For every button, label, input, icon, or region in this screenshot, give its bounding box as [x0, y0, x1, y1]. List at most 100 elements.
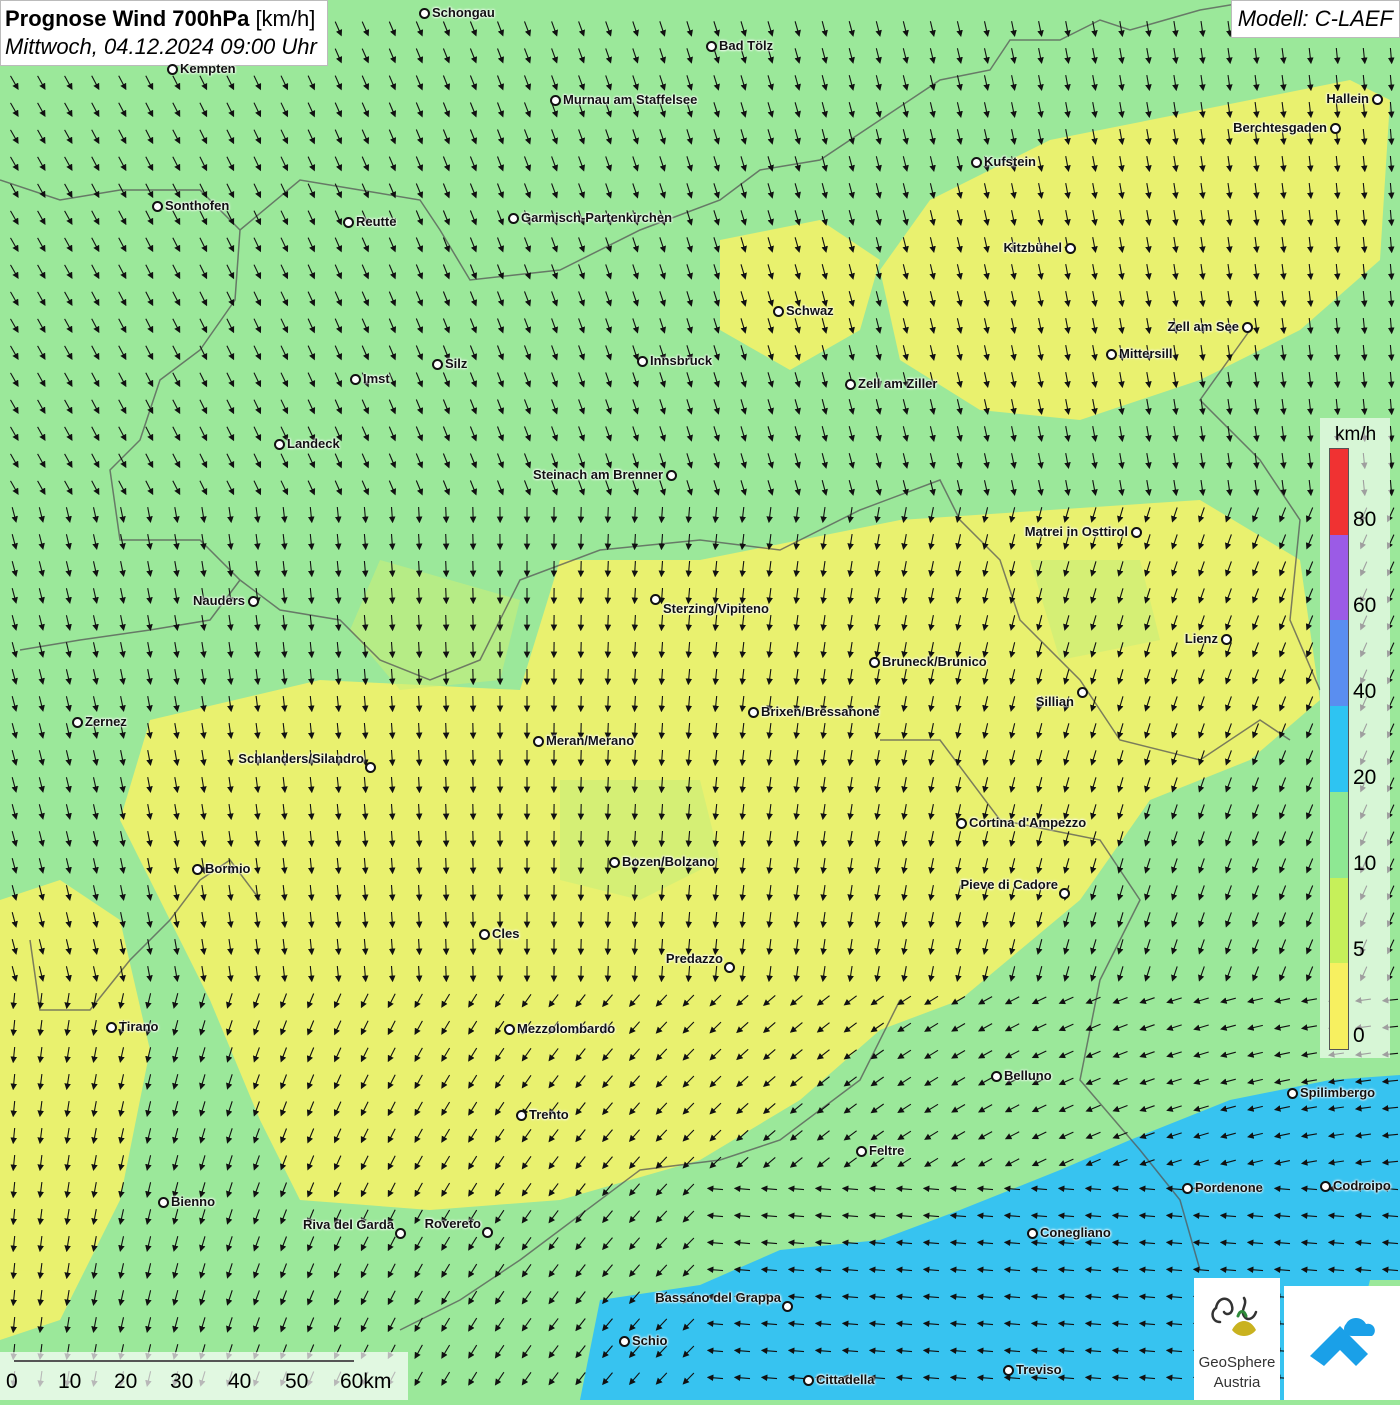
geosphere-logo: GeoSphere Austria	[1194, 1278, 1280, 1400]
city-label: Sterzing/Vipiteno	[663, 601, 769, 616]
city-label: Meran/Merano	[546, 733, 634, 748]
city-label: Tirano	[119, 1019, 159, 1034]
geosphere-logo-line2: Austria	[1194, 1374, 1280, 1391]
city-label: Brixen/Bressanone	[761, 704, 880, 719]
city-marker	[1372, 94, 1383, 105]
city-marker	[971, 157, 982, 168]
title-unit: [km/h]	[255, 6, 315, 31]
city-label: Pieve di Cadore	[960, 877, 1058, 892]
wind-arrow	[608, 615, 609, 629]
wind-arrow	[446, 588, 447, 602]
wind-arrow	[608, 588, 609, 602]
city-marker	[650, 594, 661, 605]
city-marker	[1242, 322, 1253, 333]
city-label: Hallein	[1326, 91, 1369, 106]
wind-arrow	[446, 912, 447, 926]
wind-arrow	[608, 885, 609, 899]
city-marker	[550, 95, 561, 106]
wind-arrow	[446, 804, 447, 818]
city-marker	[869, 657, 880, 668]
city-label: Garmisch-Partenkirchen	[521, 210, 672, 225]
legend-color-swatch	[1330, 706, 1348, 792]
wind-arrow	[608, 669, 609, 683]
city-label: Silz	[445, 356, 467, 371]
city-marker	[1221, 634, 1232, 645]
city-marker	[167, 64, 178, 75]
title-bold: Prognose Wind 700hPa	[5, 6, 249, 31]
city-label: Conegliano	[1040, 1225, 1111, 1240]
city-marker	[1330, 123, 1341, 134]
city-label: Trento	[529, 1107, 569, 1122]
city-marker	[479, 929, 490, 940]
legend-tick-label: 10	[1353, 852, 1376, 876]
city-label: Kitzbühel	[1004, 240, 1063, 255]
scale-label: 40	[228, 1370, 251, 1394]
wind-arrow	[446, 534, 447, 548]
wind-arrow	[608, 912, 609, 926]
scale-label: 10	[58, 1370, 81, 1394]
city-marker	[152, 201, 163, 212]
legend-tick-label: 0	[1353, 1024, 1365, 1048]
wind-arrow	[446, 777, 447, 791]
legend-color-swatch	[1330, 535, 1348, 621]
wind-arrow	[608, 561, 609, 575]
city-label: Sonthofen	[165, 198, 229, 213]
city-label: Schio	[632, 1333, 667, 1348]
legend-color-bar	[1329, 448, 1349, 1050]
city-label: Innsbruck	[650, 353, 712, 368]
legend-color-swatch	[1330, 878, 1348, 964]
map-title-box: Prognose Wind 700hPa [km/h] Mittwoch, 04…	[0, 0, 328, 66]
city-marker	[508, 213, 519, 224]
scale-bar: 0102030405060km	[0, 1352, 408, 1400]
city-label: Zernez	[85, 714, 127, 729]
city-marker	[274, 439, 285, 450]
model-label: Modell: C-LAEF	[1231, 0, 1400, 38]
wind-arrow	[446, 615, 447, 629]
city-label: Riva del Garda	[303, 1217, 394, 1232]
city-marker	[350, 374, 361, 385]
wind-arrow	[446, 750, 447, 764]
city-marker	[158, 1197, 169, 1208]
scale-label: 0	[6, 1370, 18, 1394]
city-label: Bad Tölz	[719, 38, 773, 53]
city-marker	[482, 1227, 493, 1238]
legend-color-swatch	[1330, 792, 1348, 878]
app-logo[interactable]	[1284, 1286, 1400, 1400]
city-label: Steinach am Brenner	[533, 467, 663, 482]
wind-arrow	[446, 831, 447, 845]
wind-arrow	[446, 939, 447, 953]
wind-arrow	[608, 804, 609, 818]
city-label: Kufstein	[984, 154, 1036, 169]
scale-label: 60km	[340, 1370, 391, 1394]
city-label: Predazzo	[666, 951, 723, 966]
city-marker	[365, 762, 376, 773]
city-label: Reutte	[356, 214, 396, 229]
city-marker	[504, 1024, 515, 1035]
city-label: Belluno	[1004, 1068, 1052, 1083]
city-label: Matrei in Osttirol	[1025, 524, 1128, 539]
city-label: Landeck	[287, 436, 340, 451]
city-marker	[1106, 349, 1117, 360]
city-marker	[782, 1301, 793, 1312]
geosphere-logo-line1: GeoSphere	[1194, 1354, 1280, 1371]
scale-label: 20	[114, 1370, 137, 1394]
color-legend: km/h 806040201050	[1320, 418, 1390, 1058]
city-label: Bozen/Bolzano	[622, 854, 715, 869]
legend-tick-label: 80	[1353, 508, 1376, 532]
city-label: Treviso	[1016, 1362, 1062, 1377]
legend-tick-label: 60	[1353, 594, 1376, 618]
scale-label: 30	[170, 1370, 193, 1394]
city-label: Bruneck/Brunico	[882, 654, 987, 669]
city-label: Imst	[363, 371, 390, 386]
city-marker	[533, 736, 544, 747]
wind-arrow	[608, 966, 609, 980]
city-label: Kempten	[180, 61, 236, 76]
city-marker	[845, 379, 856, 390]
city-label: Cittadella	[816, 1372, 875, 1387]
city-marker	[619, 1336, 630, 1347]
city-marker	[1003, 1365, 1014, 1376]
city-marker	[1065, 243, 1076, 254]
city-marker	[395, 1228, 406, 1239]
wind-arrow	[608, 750, 609, 764]
wind-arrow	[446, 696, 447, 710]
